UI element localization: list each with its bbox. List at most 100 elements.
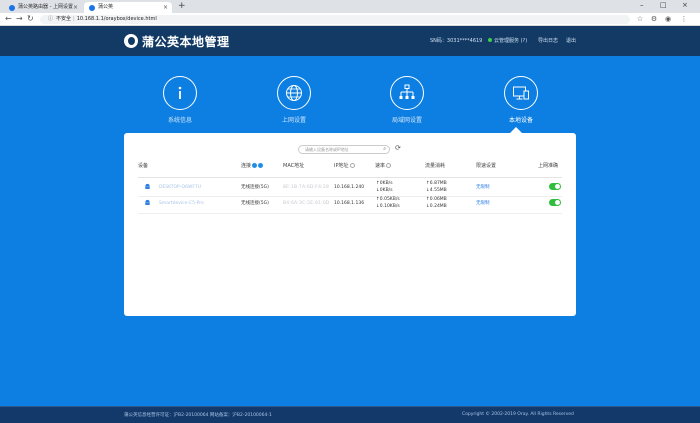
device-panel: 请输入设备名称或IP地址 ⌕ ⟳ 设备 连接 MAC地址 IP地址 速率 流量消… [124,133,576,316]
mac-address: 8E:1B:7A:6D:F4:28 [283,185,330,190]
nav-label-internet-settings[interactable]: 上网设置 [264,115,324,124]
reload-icon[interactable]: ↻ [27,14,34,23]
download-traffic-value: 0.24MB [429,204,447,209]
download-rate-value: 0.10KB/s [379,204,400,209]
col-ip: IP地址 [334,162,355,169]
export-log-link[interactable]: 导出日志 [538,37,558,44]
search-placeholder: 请输入设备名称或IP地址 [305,147,349,152]
sort-icon[interactable] [386,163,392,168]
upload-rate-value: 0.05KB/s [379,197,400,202]
speed-limit-link[interactable]: 无限制 [476,201,490,206]
connection-type: 无线连接(5G) [241,185,269,190]
download-traffic-value: 4.55MB [429,188,447,193]
upload-traffic: ↑6.87MB [426,181,447,186]
tab-close-icon[interactable]: × [163,2,168,13]
nav-label-local-devices[interactable]: 本地设备 [491,115,551,124]
cloud-service-status[interactable]: 云管理服务 (?) [488,37,527,44]
favicon-icon [9,5,15,11]
tab-title: 蒲公英路由器 - 上网设置 [18,4,73,10]
upload-rate-value: 0KB/s [379,181,393,186]
browser-tab-bar: 蒲公英路由器 - 上网设置 × 蒲公英 × + – □ × [0,0,700,13]
profile-icon[interactable]: ◉ [664,15,672,23]
mac-address: B4:6A:3C:5E:91:0D [283,201,330,206]
pugongying-logo-icon [124,34,138,48]
device-name[interactable]: DESKTOP-Q6WF7U [159,185,201,190]
star-icon[interactable]: ☆ [636,15,644,23]
logout-link[interactable]: 退出 [566,37,576,44]
upload-rate: ↑0KB/s [376,181,393,186]
page-footer: 蒲公英信息经营许可证：沪B2-20100064 网站备案：沪B2-2010006… [0,406,700,423]
upload-traffic-value: 6.87MB [429,181,447,186]
upload-rate: ↑0.05KB/s [376,197,400,202]
copyright: Copyright © 2002-2019 Oray. All Rights R… [462,412,574,417]
nav-label-lan-settings[interactable]: 局域网设置 [377,115,437,124]
nav-label-system-info[interactable]: 系统信息 [150,115,210,124]
download-rate-value: 0KB/s [379,188,393,193]
internet-access-toggle[interactable] [549,183,561,190]
col-rate-label: 速率 [375,163,386,169]
col-connection: 连接 [241,162,264,169]
speed-limit-link[interactable]: 无限制 [476,185,490,190]
wifi-filter-icon[interactable] [252,163,258,168]
search-icon[interactable]: ⌕ [383,146,386,153]
connection-type: 无线连接(5G) [241,201,269,206]
menu-icon[interactable]: ⋮ [680,15,688,23]
maximize-button[interactable]: □ [660,1,667,9]
app-title: 蒲公英本地管理 [142,35,230,49]
info-icon [178,86,182,99]
col-mac: MAC地址 [283,163,305,169]
lan-icon [399,84,415,99]
tab-title: 蒲公英 [98,4,114,10]
nav-internet-settings[interactable] [277,76,311,110]
col-speed-limit: 限速设置 [476,163,497,169]
forward-icon[interactable]: → [16,14,23,23]
upload-traffic: ↑0.06MB [426,197,447,202]
col-ip-label: IP地址 [334,163,349,169]
sort-icon[interactable] [349,163,355,168]
android-icon [145,199,150,205]
globe-icon [286,85,302,101]
url-text: 10.168.1.1/oraybox/device.html [76,16,157,22]
ip-address: 10.168.1.136 [334,201,365,206]
back-icon[interactable]: ← [5,14,12,23]
minimize-button[interactable]: – [640,1,644,9]
ip-address: 10.168.1.240 [334,185,365,190]
browser-tab-router[interactable]: 蒲公英路由器 - 上网设置 × [4,2,82,13]
close-window-button[interactable]: × [682,1,688,9]
device-name[interactable]: Smartdevice-C5-Pro [159,201,204,206]
cloud-status-label: 云管理服务 (?) [494,38,528,44]
col-traffic: 流量消耗 [425,163,446,169]
refresh-icon[interactable]: ⟳ [395,144,401,152]
status-dot-icon [488,38,492,42]
address-bar[interactable]: ⓘ 不安全 | 10.168.1.1/oraybox/device.html [40,15,630,24]
internet-access-toggle[interactable] [549,199,561,206]
table-row: Smartdevice-C5-Pro 无线连接(5G) B4:6A:3C:5E:… [138,194,562,214]
icp-license[interactable]: 蒲公英信息经营许可证：沪B2-20100064 网站备案：沪B2-2010006… [124,412,272,418]
col-internet: 上网准确 [538,163,559,169]
download-rate: ↓0.10KB/s [376,204,400,209]
android-icon [145,183,150,189]
app-header: 蒲公英本地管理 SN码：3031****4619 云管理服务 (?) 导出日志 … [0,26,700,56]
upload-traffic-value: 0.06MB [429,197,447,202]
browser-toolbar: ← → ↻ ⓘ 不安全 | 10.168.1.1/oraybox/device.htm… [0,13,700,26]
download-traffic: ↓4.55MB [426,188,447,193]
serial-number: SN码：3031****4619 [430,38,483,44]
nav-local-devices[interactable] [504,76,538,110]
favicon-icon [89,5,95,11]
lan-filter-icon[interactable] [258,163,264,168]
download-traffic: ↓0.24MB [426,204,447,209]
browser-tab-pugongying[interactable]: 蒲公英 × [84,2,172,13]
extension-icon[interactable]: ⚙ [650,15,658,23]
download-rate: ↓0KB/s [376,188,393,193]
device-search-input[interactable]: 请输入设备名称或IP地址 ⌕ [298,145,390,154]
nav-system-info[interactable] [163,76,197,110]
tab-close-icon[interactable]: × [73,2,78,13]
info-security-icon: ⓘ [48,16,54,22]
col-connection-label: 连接 [241,163,252,169]
nav-lan-settings[interactable] [390,76,424,110]
security-label: 不安全 [56,16,72,22]
monitor-icon [513,86,529,100]
col-device: 设备 [138,163,149,169]
col-rate: 速率 [375,162,392,169]
new-tab-button[interactable]: + [178,1,186,11]
